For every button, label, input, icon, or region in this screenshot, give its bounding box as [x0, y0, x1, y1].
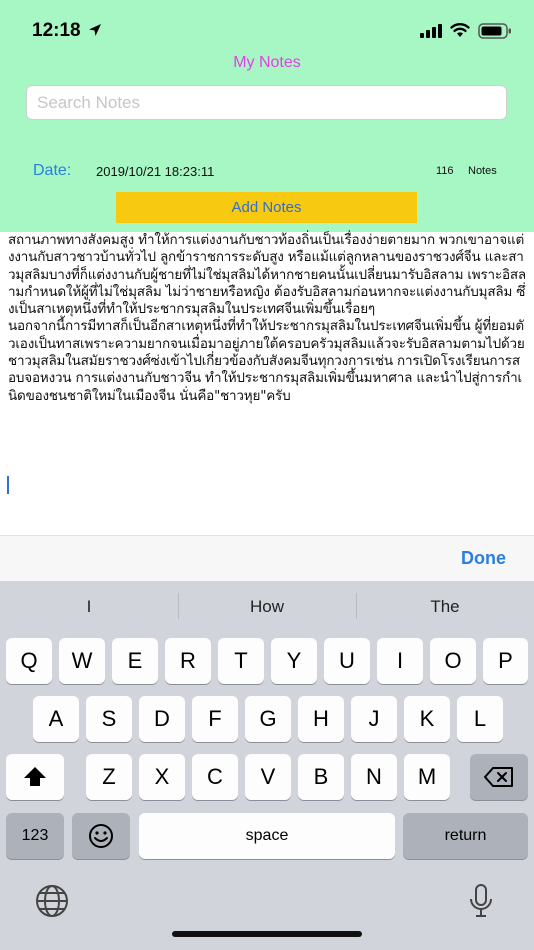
- key-m[interactable]: M: [404, 754, 450, 800]
- keyboard: I How The Q W E R T Y U I O P A S D F G …: [0, 581, 534, 950]
- globe-icon[interactable]: [34, 883, 70, 919]
- key-f[interactable]: F: [192, 696, 238, 742]
- text-caret: [7, 476, 9, 494]
- add-notes-button[interactable]: Add Notes: [116, 192, 417, 223]
- key-a[interactable]: A: [33, 696, 79, 742]
- key-k[interactable]: K: [404, 696, 450, 742]
- suggestion-bar: I How The: [0, 581, 534, 633]
- search-input[interactable]: [26, 85, 507, 120]
- key-g[interactable]: G: [245, 696, 291, 742]
- key-y[interactable]: Y: [271, 638, 317, 684]
- key-q[interactable]: Q: [6, 638, 52, 684]
- note-body-text: สถานภาพทางสังคมสูง ทำให้การแต่งงานกับชาว…: [8, 232, 527, 404]
- key-h[interactable]: H: [298, 696, 344, 742]
- date-label: Date:: [33, 162, 72, 179]
- key-s[interactable]: S: [86, 696, 132, 742]
- shift-key[interactable]: [6, 754, 64, 800]
- signal-icon: [420, 24, 442, 38]
- emoji-icon: [89, 824, 113, 848]
- backspace-icon: [484, 767, 513, 787]
- date-value: 2019/10/21 18:23:11: [96, 164, 215, 179]
- key-t[interactable]: T: [218, 638, 264, 684]
- return-key[interactable]: return: [403, 813, 528, 859]
- key-v[interactable]: V: [245, 754, 291, 800]
- key-o[interactable]: O: [430, 638, 476, 684]
- status-time: 12:18: [32, 20, 81, 41]
- key-e[interactable]: E: [112, 638, 158, 684]
- key-p[interactable]: P: [483, 638, 528, 684]
- app-title: My Notes: [233, 54, 301, 71]
- key-j[interactable]: J: [351, 696, 397, 742]
- battery-icon: [478, 23, 511, 39]
- key-x[interactable]: X: [139, 754, 185, 800]
- notes-count-unit: Notes: [468, 165, 497, 177]
- wifi-icon: [450, 23, 470, 37]
- shift-icon: [24, 767, 46, 786]
- home-indicator: [172, 931, 362, 937]
- keyboard-accessory-bar: Done: [0, 535, 534, 581]
- emoji-key[interactable]: [72, 813, 130, 859]
- suggestion-item[interactable]: I: [0, 597, 178, 617]
- numbers-key[interactable]: 123: [6, 813, 64, 859]
- key-l[interactable]: L: [457, 696, 503, 742]
- key-z[interactable]: Z: [86, 754, 132, 800]
- space-key[interactable]: space: [139, 813, 395, 859]
- key-c[interactable]: C: [192, 754, 238, 800]
- key-d[interactable]: D: [139, 696, 185, 742]
- microphone-icon[interactable]: [466, 883, 496, 919]
- key-w[interactable]: W: [59, 638, 105, 684]
- key-u[interactable]: U: [324, 638, 370, 684]
- location-arrow-icon: [89, 24, 101, 36]
- key-i[interactable]: I: [377, 638, 423, 684]
- status-bar: 12:18: [0, 0, 534, 56]
- key-b[interactable]: B: [298, 754, 344, 800]
- notes-header: 12:18 My Notes Date: 2019/10/21 18:23:11…: [0, 0, 534, 232]
- note-text-area[interactable]: สถานภาพทางสังคมสูง ทำให้การแต่งงานกับชาว…: [0, 232, 534, 535]
- suggestion-item[interactable]: How: [178, 597, 356, 617]
- done-button[interactable]: Done: [461, 548, 506, 569]
- suggestion-item[interactable]: The: [356, 597, 534, 617]
- key-n[interactable]: N: [351, 754, 397, 800]
- key-r[interactable]: R: [165, 638, 211, 684]
- backspace-key[interactable]: [470, 754, 528, 800]
- notes-count: 116: [436, 165, 454, 177]
